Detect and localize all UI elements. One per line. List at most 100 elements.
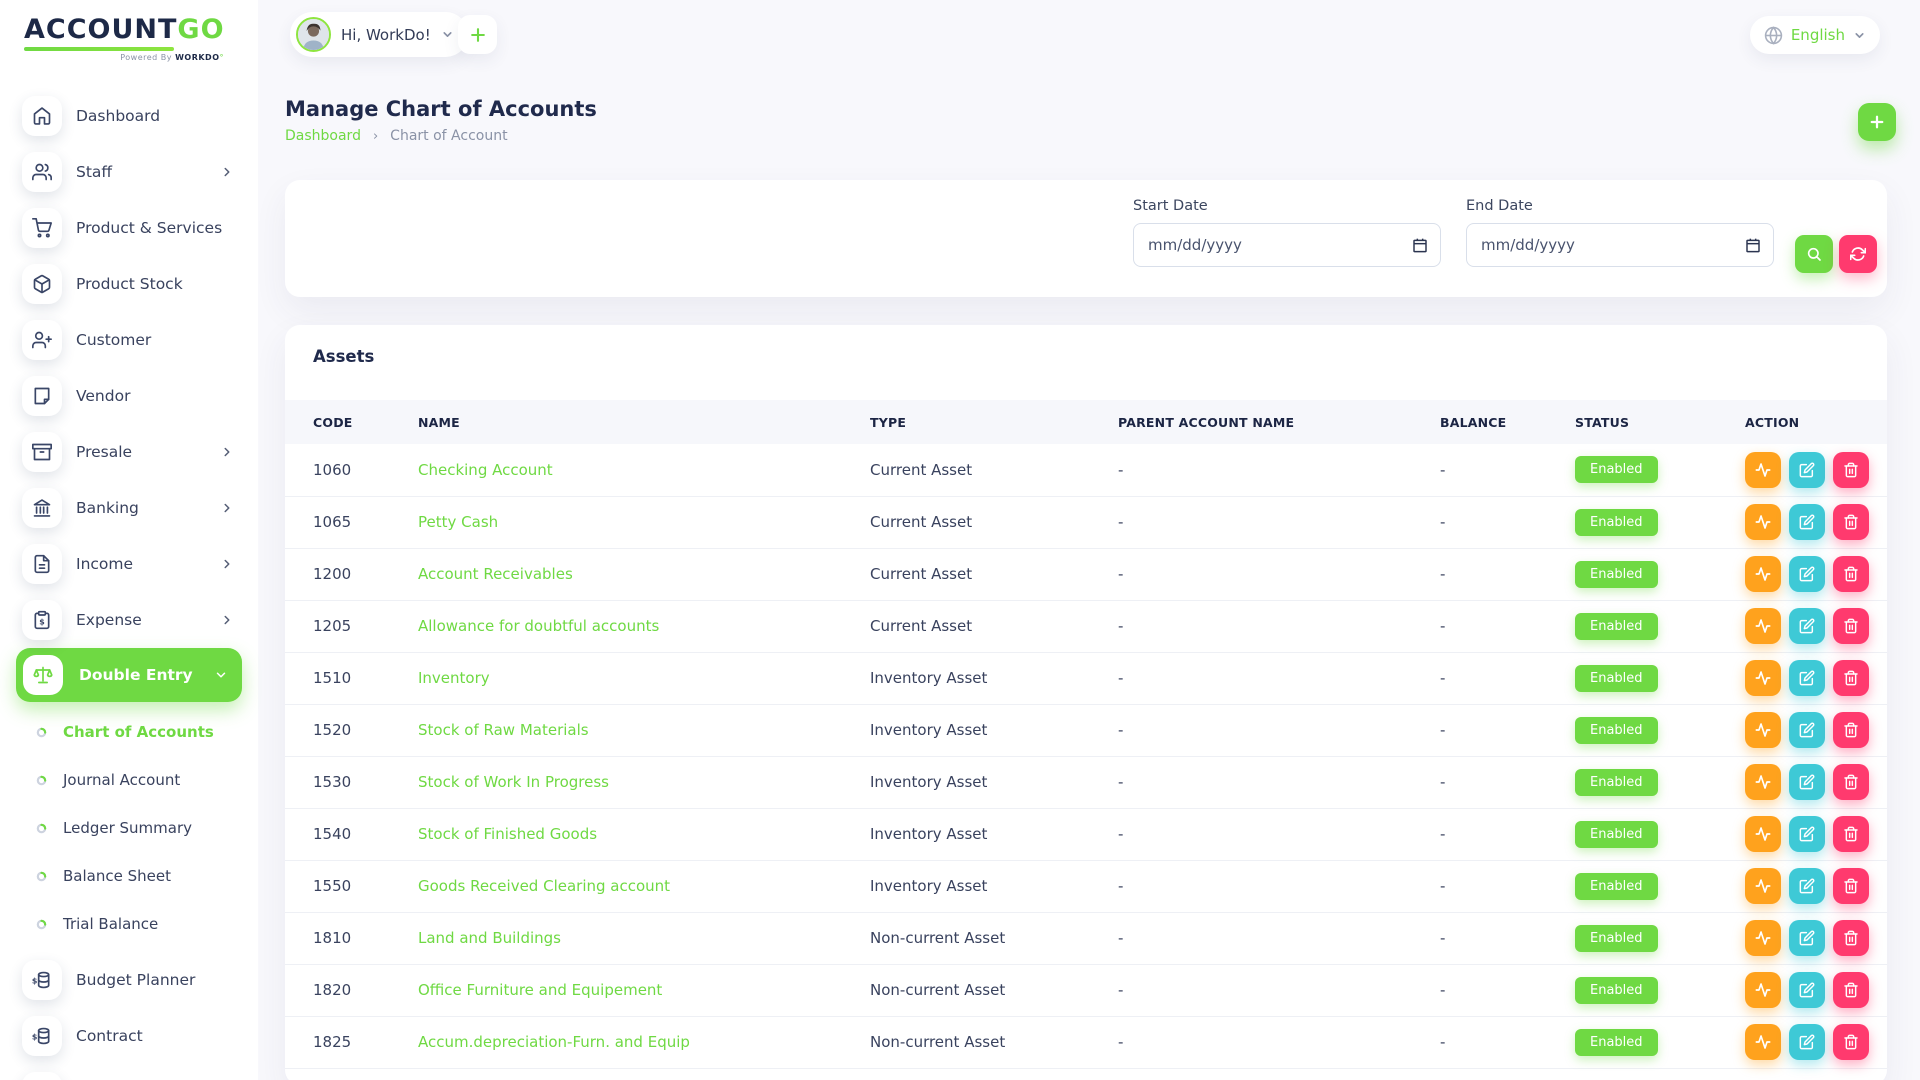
account-type: Inventory Asset	[870, 756, 1118, 808]
quick-add-button[interactable]	[458, 15, 497, 54]
account-name-link[interactable]: Petty Cash	[418, 513, 498, 531]
apply-filter-button[interactable]	[1795, 235, 1833, 273]
app-logo[interactable]: ACCOUNTGO Powered By WORKDO°	[24, 16, 225, 62]
sidebar-item-banking[interactable]: Banking	[0, 480, 258, 536]
sidebar-item-income[interactable]: Income	[0, 536, 258, 592]
row-edit-button[interactable]	[1789, 764, 1825, 800]
account-name-link[interactable]: Office Furniture and Equipement	[418, 981, 662, 999]
row-edit-button[interactable]	[1789, 712, 1825, 748]
account-name-link[interactable]: Checking Account	[418, 461, 553, 479]
parent-account-name: -	[1118, 600, 1440, 652]
sidebar-subitem-journal-account[interactable]: Journal Account	[0, 756, 258, 804]
sidebar-subitem-ledger-summary[interactable]: Ledger Summary	[0, 804, 258, 852]
row-activity-button[interactable]	[1745, 608, 1781, 644]
sidebar-item-presale[interactable]: Presale	[0, 424, 258, 480]
sidebar-item-product-services[interactable]: Product & Services	[0, 200, 258, 256]
row-delete-button[interactable]	[1833, 504, 1869, 540]
reset-filter-button[interactable]	[1839, 235, 1877, 273]
sidebar-item-expense[interactable]: $Expense	[0, 592, 258, 648]
row-delete-button[interactable]	[1833, 920, 1869, 956]
account-type: Current Asset	[870, 548, 1118, 600]
row-edit-button[interactable]	[1789, 452, 1825, 488]
breadcrumb-dashboard-link[interactable]: Dashboard	[285, 128, 361, 144]
sidebar-item-partial[interactable]: $	[0, 1064, 258, 1080]
col-status: STATUS	[1575, 400, 1745, 444]
activity-icon	[1755, 670, 1771, 686]
coins-icon: $	[22, 1072, 62, 1080]
account-name-link[interactable]: Stock of Raw Materials	[418, 721, 589, 739]
row-delete-button[interactable]	[1833, 868, 1869, 904]
row-activity-button[interactable]	[1745, 920, 1781, 956]
activity-icon	[1755, 514, 1771, 530]
col-balance: BALANCE	[1440, 400, 1575, 444]
account-name-link[interactable]: Allowance for doubtful accounts	[418, 617, 659, 635]
row-activity-button[interactable]	[1745, 452, 1781, 488]
row-delete-button[interactable]	[1833, 608, 1869, 644]
row-edit-button[interactable]	[1789, 816, 1825, 852]
page-title: Manage Chart of Accounts	[285, 97, 597, 121]
edit-icon	[1799, 930, 1815, 946]
row-activity-button[interactable]	[1745, 712, 1781, 748]
row-edit-button[interactable]	[1789, 1024, 1825, 1060]
delete-icon	[1843, 670, 1859, 686]
sidebar-item-label: Dashboard	[76, 107, 160, 125]
account-name-link[interactable]: Account Receivables	[418, 565, 573, 583]
sidebar-item-staff[interactable]: Staff	[0, 144, 258, 200]
row-activity-button[interactable]	[1745, 556, 1781, 592]
create-account-button[interactable]	[1858, 103, 1896, 141]
row-activity-button[interactable]	[1745, 816, 1781, 852]
language-selector[interactable]: English	[1750, 16, 1880, 54]
sidebar-subitem-chart-of-accounts[interactable]: Chart of Accounts	[0, 708, 258, 756]
account-code: 1065	[285, 496, 418, 548]
account-code: 1200	[285, 548, 418, 600]
sidebar-item-double-entry[interactable]: Double Entry	[16, 648, 242, 702]
row-activity-button[interactable]	[1745, 972, 1781, 1008]
account-name-link[interactable]: Stock of Finished Goods	[418, 825, 597, 843]
sidebar-item-customer[interactable]: Customer	[0, 312, 258, 368]
table-row: 1200 Account Receivables Current Asset -…	[285, 548, 1887, 600]
row-edit-button[interactable]	[1789, 556, 1825, 592]
sidebar-subitem-trial-balance[interactable]: Trial Balance	[0, 900, 258, 948]
account-name-link[interactable]: Goods Received Clearing account	[418, 877, 670, 895]
delete-icon	[1843, 826, 1859, 842]
sidebar-subitem-balance-sheet[interactable]: Balance Sheet	[0, 852, 258, 900]
sidebar-item-contract[interactable]: $Contract	[0, 1008, 258, 1064]
row-activity-button[interactable]	[1745, 504, 1781, 540]
start-date-input[interactable]	[1133, 223, 1441, 267]
account-name-link[interactable]: Accum.depreciation-Furn. and Equip	[418, 1033, 690, 1051]
row-edit-button[interactable]	[1789, 504, 1825, 540]
row-edit-button[interactable]	[1789, 868, 1825, 904]
row-edit-button[interactable]	[1789, 972, 1825, 1008]
file-text-icon	[22, 544, 62, 584]
plus-icon	[468, 25, 488, 45]
row-delete-button[interactable]	[1833, 712, 1869, 748]
row-delete-button[interactable]	[1833, 660, 1869, 696]
sidebar-item-budget-planner[interactable]: $Budget Planner	[0, 952, 258, 1008]
row-activity-button[interactable]	[1745, 868, 1781, 904]
sidebar-item-product-stock[interactable]: Product Stock	[0, 256, 258, 312]
account-name-link[interactable]: Inventory	[418, 669, 490, 687]
chevron-right-icon	[220, 557, 234, 571]
sidebar-item-vendor[interactable]: Vendor	[0, 368, 258, 424]
table-row: 1530 Stock of Work In Progress Inventory…	[285, 756, 1887, 808]
user-menu[interactable]: Hi, WorkDo!	[290, 12, 468, 57]
row-delete-button[interactable]	[1833, 452, 1869, 488]
row-activity-button[interactable]	[1745, 1024, 1781, 1060]
row-delete-button[interactable]	[1833, 1024, 1869, 1060]
row-delete-button[interactable]	[1833, 816, 1869, 852]
end-date-input[interactable]	[1466, 223, 1774, 267]
sidebar-item-dashboard[interactable]: Dashboard	[0, 88, 258, 144]
row-delete-button[interactable]	[1833, 972, 1869, 1008]
row-edit-button[interactable]	[1789, 920, 1825, 956]
status-badge: Enabled	[1575, 769, 1658, 796]
row-delete-button[interactable]	[1833, 764, 1869, 800]
row-delete-button[interactable]	[1833, 556, 1869, 592]
delete-icon	[1843, 722, 1859, 738]
parent-account-name: -	[1118, 912, 1440, 964]
row-edit-button[interactable]	[1789, 608, 1825, 644]
row-edit-button[interactable]	[1789, 660, 1825, 696]
row-activity-button[interactable]	[1745, 660, 1781, 696]
account-name-link[interactable]: Land and Buildings	[418, 929, 561, 947]
account-name-link[interactable]: Stock of Work In Progress	[418, 773, 609, 791]
row-activity-button[interactable]	[1745, 764, 1781, 800]
